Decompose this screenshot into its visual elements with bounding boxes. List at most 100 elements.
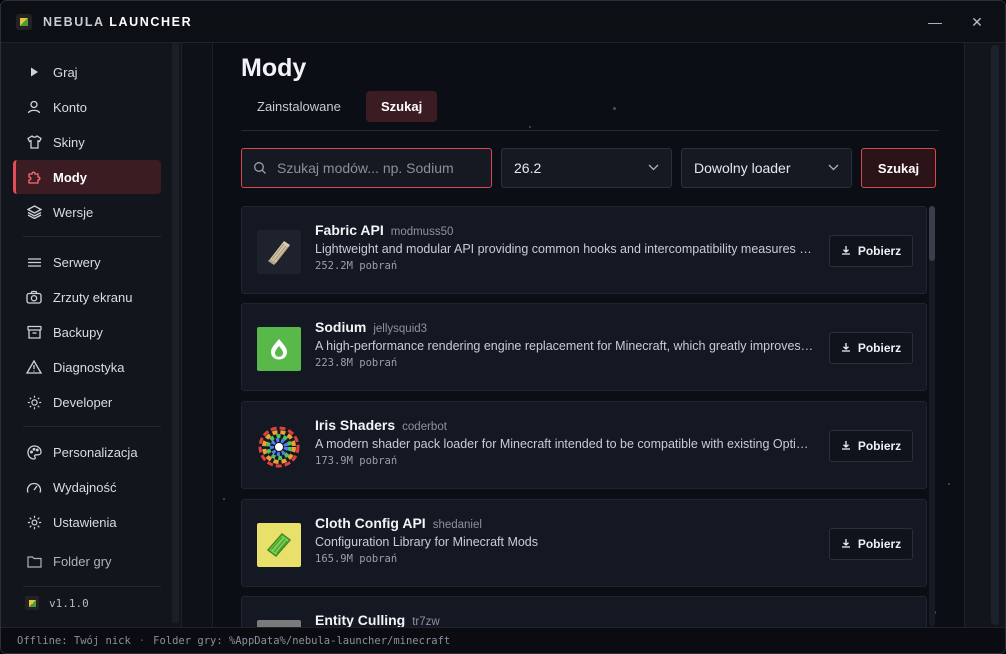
mod-author: jellysquid3 [373,323,428,335]
status-separator: · [138,634,146,647]
download-button[interactable]: Pobierz [829,430,913,462]
tab-search[interactable]: Szukaj [366,91,438,122]
mod-card[interactable]: Entity Culling tr7zw [241,596,927,627]
sidebar-item-wersje[interactable]: Wersje [13,195,161,229]
sidebar-item-label: Personalizacja [53,444,138,460]
download-icon [841,538,851,551]
fabric-icon [257,230,301,274]
sidebar-item-label: Wydajność [53,479,117,495]
loader-select[interactable]: Dowolny loader [681,148,852,188]
close-button[interactable]: ✕ [966,12,988,32]
sidebar-item-label: Serwery [53,254,101,270]
sidebar-item-label: Graj [53,64,78,80]
entity-culling-icon [257,620,301,627]
server-icon [25,253,43,271]
version-select-value: 26.2 [514,160,542,176]
puzzle-icon [25,168,43,186]
play-icon [25,63,43,81]
window-scrollbar[interactable] [991,45,999,625]
chevron-down-icon [648,162,659,174]
mod-author: modmuss50 [390,226,454,238]
user-icon [25,98,43,116]
layers-icon [25,203,43,221]
sidebar-item-mody[interactable]: Mody [13,160,161,194]
search-icon [253,161,267,175]
chevron-down-icon [828,162,839,174]
mod-card[interactable]: Cloth Config API shedaniel Configuration … [241,499,927,587]
sodium-icon [257,327,301,371]
mod-card[interactable]: Iris Shaders coderbot A modern shader pac… [241,401,927,489]
sidebar-scrollbar[interactable] [172,43,179,623]
mod-list-scrollbar[interactable] [929,206,935,627]
palette-icon [25,443,43,461]
sidebar-item-serwery[interactable]: Serwery [13,245,161,279]
sidebar-item-folder-gry[interactable]: Folder gry [13,544,161,578]
sidebar-item-label: Developer [53,394,113,410]
mod-name: Iris Shaders coderbot [315,417,447,433]
tab-installed[interactable]: Zainstalowane [243,91,356,122]
loader-select-value: Dowolny loader [694,160,791,176]
mod-list-scroll-thumb[interactable] [929,206,935,261]
cloth-config-icon [257,523,301,567]
download-icon [841,342,851,355]
app-title: NEBULA LAUNCHER [43,15,192,29]
sidebar-item-diagnostyka[interactable]: Diagnostyka [13,350,161,384]
mod-name: Cloth Config API shedaniel [315,515,482,531]
version-select[interactable]: 26.2 [501,148,672,188]
sidebar-divider [23,426,161,427]
sidebar-item-label: Skiny [53,134,85,150]
download-icon [841,245,851,258]
download-button[interactable]: Pobierz [829,332,913,364]
minimize-button[interactable]: — [924,12,946,32]
app-logo-icon [16,14,32,30]
folder-icon [25,552,43,570]
mod-card[interactable]: Fabric API modmuss50 Lightweight and modu… [241,206,927,294]
app-logo-icon [25,596,39,610]
download-button[interactable]: Pobierz [829,528,913,560]
sidebar-item-graj[interactable]: Graj [13,55,161,89]
mod-downloads: 165.9M pobrań [315,553,398,565]
search-input[interactable] [277,160,477,176]
iris-icon [257,425,301,469]
page-title: Mody [241,54,307,82]
sidebar-item-label: Ustawienia [53,514,117,530]
mod-card[interactable]: Sodium jellysquid3 A high-performance ren… [241,303,927,391]
sidebar-item-label: Konto [53,99,87,115]
sun-icon [25,393,43,411]
mod-description: A high-performance rendering engine repl… [315,339,815,353]
sidebar-item-backupy[interactable]: Backupy [13,315,161,349]
sidebar-item-skiny[interactable]: Skiny [13,125,161,159]
sidebar-item-label: Backupy [53,324,103,340]
download-button[interactable]: Pobierz [829,235,913,267]
mod-description: Configuration Library for Minecraft Mods [315,535,539,549]
version-label: v1.1.0 [49,596,89,610]
sidebar-item-konto[interactable]: Konto [13,90,161,124]
sidebar: Graj Konto Skiny Mody Wersje Serwery Zrz… [1,43,182,627]
archive-icon [25,323,43,341]
sidebar-item-personalizacja[interactable]: Personalizacja [13,435,161,469]
mod-author: shedaniel [432,519,482,531]
search-field[interactable] [241,148,492,188]
sidebar-item-wydajnosc[interactable]: Wydajność [13,470,161,504]
status-account: Offline: Twój nick [17,634,131,647]
sidebar-item-label: Folder gry [53,553,112,569]
camera-icon [25,288,43,306]
app-title-part1: NEBULA [43,15,105,29]
mod-name: Sodium jellysquid3 [315,319,428,335]
sidebar-divider [23,586,161,587]
status-folder: Folder gry: %AppData%/nebula-launcher/mi… [153,634,451,647]
sidebar-item-zrzuty-ekranu[interactable]: Zrzuty ekranu [13,280,161,314]
app-title-part2: LAUNCHER [109,15,193,29]
sidebar-item-ustawienia[interactable]: Ustawienia [13,505,161,539]
gauge-icon [25,478,43,496]
shirt-icon [25,133,43,151]
sidebar-item-developer[interactable]: Developer [13,385,161,419]
sidebar-item-label: Wersje [53,204,94,220]
search-button[interactable]: Szukaj [861,148,936,188]
sidebar-divider [23,236,161,237]
mod-downloads: 223.8M pobrań [315,357,398,369]
sidebar-item-label: Zrzuty ekranu [53,289,133,305]
warning-icon [25,358,43,376]
mod-name: Entity Culling tr7zw [315,612,440,627]
gear-icon [25,513,43,531]
